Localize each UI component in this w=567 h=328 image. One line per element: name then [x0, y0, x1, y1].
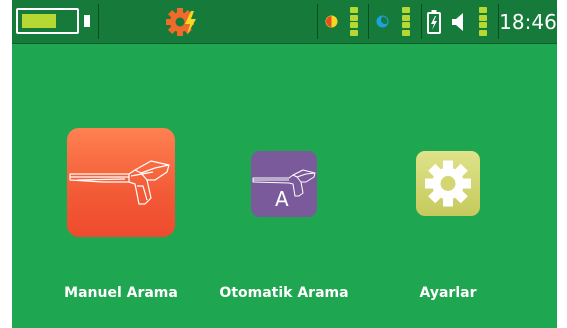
- battery-fill: [22, 14, 56, 28]
- status-divider: [421, 4, 422, 39]
- clock: 18:46: [499, 0, 557, 43]
- moon-icon: [374, 0, 390, 43]
- status-divider: [368, 4, 369, 39]
- battery-lock-icon: [425, 0, 443, 43]
- battery-indicator: [16, 8, 79, 34]
- detector-icon: [69, 160, 170, 205]
- contrast-level-bar[interactable]: [349, 0, 359, 43]
- brightness-level-bar[interactable]: [401, 0, 411, 43]
- otomatik-arama-label: Otomatik Arama: [219, 285, 349, 301]
- status-bar: 18:46: [12, 0, 557, 44]
- time-label: 18:46: [499, 9, 557, 34]
- gear-lightning-icon[interactable]: [162, 0, 202, 43]
- half-circle-icon: [323, 0, 339, 43]
- status-divider: [98, 4, 99, 39]
- ayarlar-label: Ayarlar: [419, 285, 477, 301]
- ayarlar-button[interactable]: [416, 151, 480, 216]
- detector-auto-icon: A: [252, 169, 316, 211]
- manuel-arama-label: Manuel Arama: [64, 285, 178, 301]
- manuel-arama-button[interactable]: [67, 128, 175, 237]
- otomatik-arama-button[interactable]: A: [251, 151, 317, 217]
- gear-icon: [425, 160, 471, 207]
- battery-tip: [84, 15, 90, 27]
- speaker-icon[interactable]: [449, 0, 469, 43]
- auto-badge: A: [275, 187, 289, 211]
- home-screen: 18:46 Manuel Arama A Otomatik Arama Ayar…: [12, 0, 557, 328]
- volume-level-bar[interactable]: [478, 0, 488, 43]
- status-divider: [317, 4, 318, 39]
